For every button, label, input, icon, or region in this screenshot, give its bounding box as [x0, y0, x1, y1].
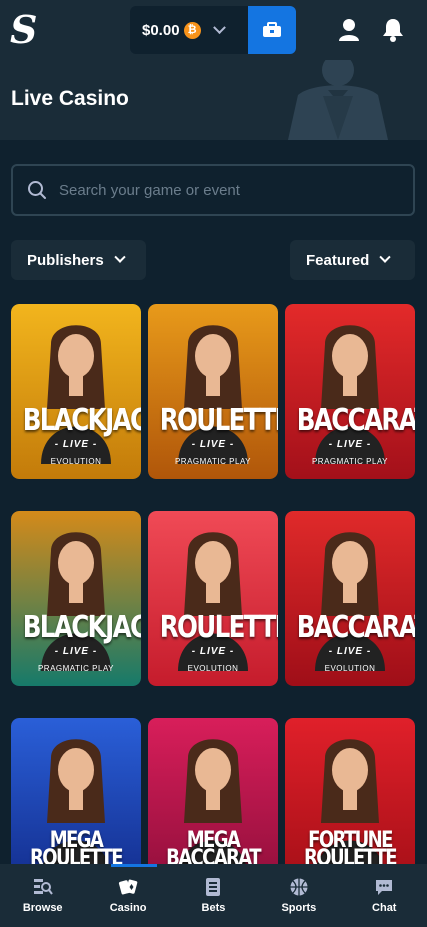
sort-dropdown[interactable]: Featured: [290, 240, 415, 280]
game-thumbnail[interactable]: ROULETTE - LIVE - PRAGMATIC PLAY: [148, 304, 278, 479]
live-label: - LIVE -: [54, 646, 98, 657]
live-label: - LIVE -: [191, 439, 235, 450]
bell-icon[interactable]: [381, 17, 405, 43]
nav-casino[interactable]: Casino: [85, 864, 170, 927]
search-input[interactable]: [59, 181, 379, 199]
page-title: Live Casino: [11, 87, 129, 110]
game-card[interactable]: ROULETTE- LIVE -EVOLUTION475playing: [148, 511, 278, 686]
nav-label: Browse: [22, 902, 63, 914]
chevron-down-icon: [114, 251, 126, 263]
nav-browse[interactable]: Browse: [0, 864, 85, 927]
page-header: Live Casino: [0, 60, 427, 140]
game-thumbnail[interactable]: BACCARAT- LIVE - EVOLUTION: [285, 511, 415, 686]
browse-icon: [33, 879, 53, 895]
bottom-navigation: Browse Casino Bets Sports Chat: [0, 864, 427, 927]
balance-amount: $0.00: [142, 21, 180, 39]
balance-selector[interactable]: $0.00 ₿: [130, 6, 248, 54]
user-icon[interactable]: [337, 17, 361, 43]
casino-cards-icon: [118, 879, 138, 895]
game-title: BLACKJACK: [22, 610, 141, 645]
publisher-label: PRAGMATIC PLAY: [37, 664, 115, 673]
nav-chat[interactable]: Chat: [342, 864, 427, 927]
game-card[interactable]: BACCARAT- LIVE -PRAGMATIC PLAY207playing: [285, 304, 415, 479]
nav-label: Casino: [109, 902, 147, 914]
nav-sports[interactable]: Sports: [256, 864, 341, 927]
search-icon: [28, 181, 46, 199]
bets-slip-icon: [206, 878, 221, 896]
search-bar[interactable]: [11, 164, 415, 216]
wallet-button[interactable]: [248, 6, 296, 54]
live-label: - LIVE -: [328, 646, 372, 657]
game-title: BACCARAT: [296, 403, 415, 438]
wallet-icon: [263, 22, 281, 37]
dealer-illustration: [288, 60, 388, 140]
sort-label: Featured: [306, 251, 370, 269]
game-thumbnail[interactable]: ROULETTE - LIVE - EVOLUTION: [148, 511, 278, 686]
live-label: - LIVE -: [191, 646, 235, 657]
publisher-label: EVOLUTION: [50, 457, 102, 466]
publisher-label: EVOLUTION: [187, 664, 239, 673]
game-card[interactable]: BLACKJACK- LIVE -PRAGMATIC PLAY396playin…: [11, 511, 141, 686]
active-indicator: [111, 864, 158, 867]
chat-icon: [376, 880, 393, 895]
game-title: BACCARAT: [296, 610, 415, 645]
nav-label: Bets: [201, 902, 226, 914]
game-thumbnail[interactable]: BLACKJACK- LIVE - EVOLUTION: [11, 304, 141, 479]
publisher-label: EVOLUTION: [324, 664, 376, 673]
logo[interactable]: S: [10, 8, 40, 52]
live-label: - LIVE -: [328, 439, 372, 450]
game-card[interactable]: BLACKJACK- LIVE -EVOLUTION1,065playing: [11, 304, 141, 479]
game-card[interactable]: BACCARAT- LIVE -EVOLUTION376playing: [285, 511, 415, 686]
live-label: - LIVE -: [54, 439, 98, 450]
publishers-dropdown[interactable]: Publishers: [11, 240, 146, 280]
game-title: ROULETTE: [159, 610, 278, 645]
chevron-down-icon: [212, 20, 226, 34]
game-card[interactable]: ROULETTE- LIVE -PRAGMATIC PLAY223playing: [148, 304, 278, 479]
nav-label: Sports: [281, 902, 317, 914]
basketball-icon: [290, 878, 308, 896]
publisher-label: PRAGMATIC PLAY: [311, 457, 389, 466]
game-title: BLACKJACK: [22, 403, 141, 438]
nav-bets[interactable]: Bets: [171, 864, 256, 927]
page: S $0.00 ₿ Live Casino Search your game o…: [0, 0, 427, 927]
nav-label: Chat: [372, 902, 397, 914]
publisher-label: PRAGMATIC PLAY: [174, 457, 252, 466]
chevron-down-icon: [379, 251, 392, 263]
bitcoin-icon: ₿: [183, 21, 201, 39]
game-thumbnail[interactable]: BLACKJACK- LIVE - PRAGMATIC PLAY: [11, 511, 141, 686]
publishers-label: Publishers: [27, 251, 104, 269]
game-thumbnail[interactable]: BACCARAT- LIVE - PRAGMATIC PLAY: [285, 304, 415, 479]
game-title: ROULETTE: [159, 403, 278, 438]
top-bar: S $0.00 ₿: [0, 0, 427, 60]
